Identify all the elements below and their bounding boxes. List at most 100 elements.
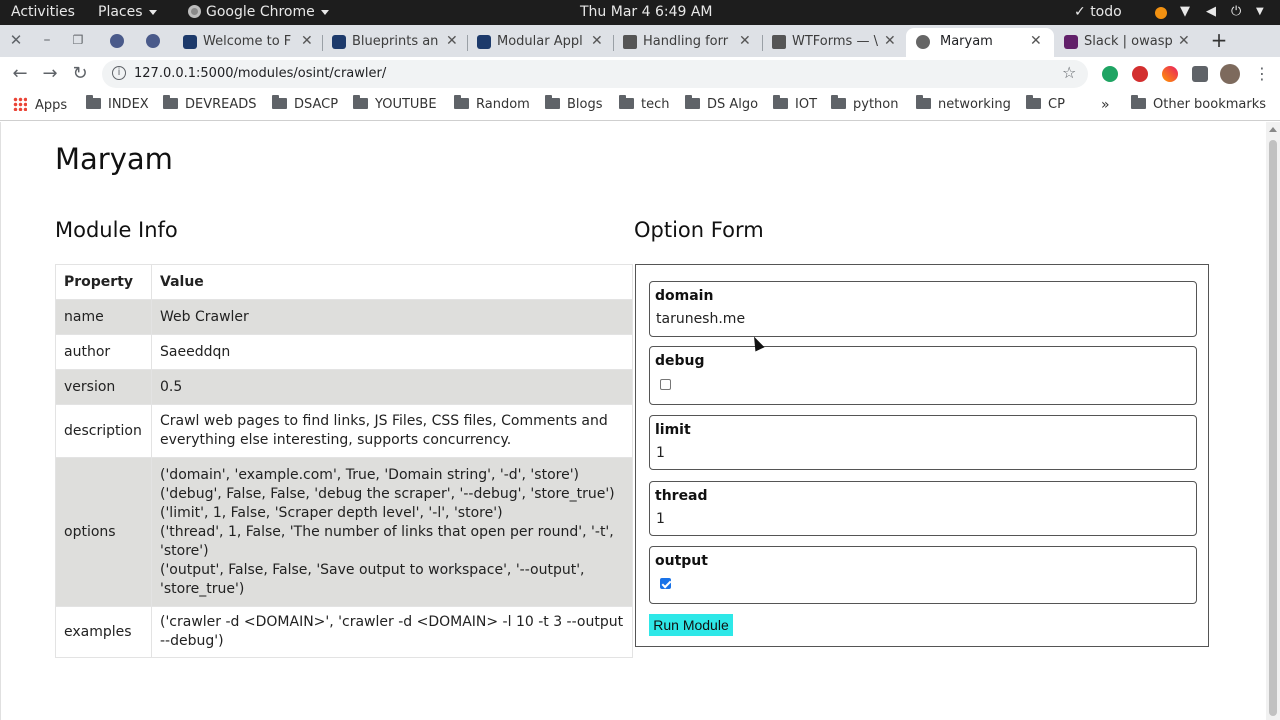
limit-field: limit [649, 415, 1197, 470]
bookmark-devreads[interactable]: DEVREADS [163, 95, 257, 112]
limit-input[interactable] [656, 445, 1156, 461]
tab-welcome[interactable]: Welcome to F ✕ [173, 28, 321, 57]
system-menu-chevron-icon[interactable]: ▼ [1256, 6, 1264, 17]
table-row: name Web Crawler [55, 299, 633, 335]
close-icon[interactable]: ✕ [446, 33, 458, 49]
chevron-down-icon [148, 9, 157, 15]
run-module-button[interactable]: Run Module [649, 614, 733, 636]
output-checkbox[interactable] [660, 578, 671, 589]
row-value-options: ('domain', 'example.com', True, 'Domain … [151, 457, 633, 607]
table-row: version 0.5 [55, 369, 633, 405]
folder-icon [831, 95, 846, 109]
bookmark-blogs[interactable]: Blogs [545, 95, 603, 112]
maximize-icon[interactable]: ❐ [66, 28, 90, 52]
option-line: ('domain', 'example.com', True, 'Domain … [160, 466, 580, 483]
folder-icon [545, 95, 560, 109]
flask-icon [183, 35, 197, 49]
places-menu[interactable]: Places [98, 4, 157, 20]
close-icon[interactable]: ✕ [1030, 33, 1042, 49]
adblock-icon[interactable] [1132, 66, 1148, 82]
folder-icon [272, 95, 287, 109]
row-value: Crawl web pages to find links, JS Files,… [151, 404, 633, 458]
close-window-icon[interactable]: ✕ [4, 28, 28, 52]
bookmark-iot[interactable]: IOT [773, 95, 817, 112]
module-info-table: Property Value name Web Crawler author S… [55, 264, 633, 658]
bookmarks-bar: Apps INDEX DEVREADS DSACP YOUTUBE Random… [0, 91, 1280, 121]
github-icon[interactable] [146, 34, 160, 48]
clock[interactable]: Thu Mar 4 6:49 AM [580, 4, 713, 20]
avatar[interactable] [1220, 64, 1240, 84]
domain-field: domain [649, 281, 1197, 337]
url-text[interactable]: 127.0.0.1:5000/modules/osint/crawler/ [134, 66, 386, 81]
volume-icon[interactable]: ◀ [1206, 4, 1216, 19]
folder-icon [163, 95, 178, 109]
module-info-heading: Module Info [55, 218, 178, 242]
tab-modular[interactable]: Modular Appl ✕ [467, 28, 613, 57]
page-title: Maryam [55, 142, 173, 176]
tab-blueprints[interactable]: Blueprints an ✕ [322, 28, 468, 57]
domain-input[interactable] [656, 311, 1156, 327]
output-field: output [649, 546, 1197, 604]
close-icon[interactable]: ✕ [1178, 33, 1190, 49]
bookmarks-overflow-chevron-icon[interactable]: » [1101, 97, 1110, 113]
activities-button[interactable]: Activities [11, 4, 75, 20]
bookmark-other[interactable]: Other bookmarks [1131, 95, 1266, 112]
tab-maryam[interactable]: Maryam ✕ [906, 28, 1054, 57]
scrollbar-thumb[interactable] [1269, 140, 1277, 716]
todo-indicator[interactable]: ✓ todo [1074, 4, 1122, 20]
close-icon[interactable]: ✕ [591, 33, 603, 49]
limit-label: limit [655, 422, 691, 438]
row-value: Web Crawler [151, 299, 633, 335]
extension-green-icon[interactable] [1102, 66, 1118, 82]
minimize-icon[interactable]: – [35, 28, 59, 52]
address-bar[interactable]: i 127.0.0.1:5000/modules/osint/crawler/ … [102, 60, 1088, 88]
new-tab-plus-icon[interactable]: + [1207, 28, 1231, 52]
close-icon[interactable]: ✕ [739, 33, 751, 49]
extension-multicolor-icon[interactable] [1162, 66, 1178, 82]
row-value: 0.5 [151, 369, 633, 405]
bookmark-youtube[interactable]: YOUTUBE [353, 95, 437, 112]
chevron-down-icon [320, 9, 329, 15]
bookmark-random[interactable]: Random [454, 95, 530, 112]
power-icon[interactable]: ⏻ [1231, 4, 1241, 19]
thread-label: thread [655, 488, 708, 504]
tab-handling-forms[interactable]: Handling forr ✕ [613, 28, 761, 57]
bookmark-dsacp[interactable]: DSACP [272, 95, 338, 112]
flask-icon [332, 35, 346, 49]
bookmark-tech[interactable]: tech [619, 95, 669, 112]
table-header-value: Value [151, 264, 633, 300]
puzzle-icon[interactable] [1192, 66, 1208, 82]
wifi-icon[interactable]: ▼ [1180, 4, 1190, 19]
reload-icon[interactable]: ↻ [68, 62, 92, 86]
back-arrow-icon[interactable]: ← [8, 62, 32, 86]
thread-field: thread [649, 481, 1197, 536]
bookmark-cp[interactable]: CP [1026, 95, 1065, 112]
row-key: options [55, 457, 152, 607]
tab-wtforms[interactable]: WTForms — \ ✕ [762, 28, 906, 57]
page-scrollbar[interactable] [1266, 122, 1280, 720]
debug-checkbox[interactable] [660, 379, 671, 390]
folder-icon [454, 95, 469, 109]
info-icon[interactable]: i [112, 66, 126, 80]
app-menu[interactable]: Google Chrome [188, 4, 329, 20]
close-icon[interactable]: ✕ [301, 33, 313, 49]
forward-arrow-icon[interactable]: → [38, 62, 62, 86]
bookmark-python[interactable]: python [831, 95, 898, 112]
star-icon[interactable]: ☆ [1062, 63, 1076, 82]
folder-icon [916, 95, 931, 109]
scroll-up-icon[interactable] [1269, 127, 1277, 132]
thread-input[interactable] [656, 511, 1156, 527]
bookmark-apps[interactable]: Apps [13, 97, 67, 113]
tab-slack[interactable]: Slack | owasp ✕ [1054, 28, 1198, 57]
slack-icon [1064, 35, 1078, 49]
close-icon[interactable]: ✕ [884, 33, 896, 49]
check-icon: ✓ [1074, 4, 1086, 20]
bookmark-index[interactable]: INDEX [86, 95, 149, 112]
bookmark-networking[interactable]: networking [916, 95, 1011, 112]
debug-label: debug [655, 353, 705, 369]
bookmark-ds-algo[interactable]: DS Algo [685, 95, 758, 112]
folder-icon [86, 95, 101, 109]
github-icon[interactable] [110, 34, 124, 48]
kebab-menu-icon[interactable]: ⋮ [1250, 62, 1274, 86]
globe-icon [916, 35, 930, 49]
